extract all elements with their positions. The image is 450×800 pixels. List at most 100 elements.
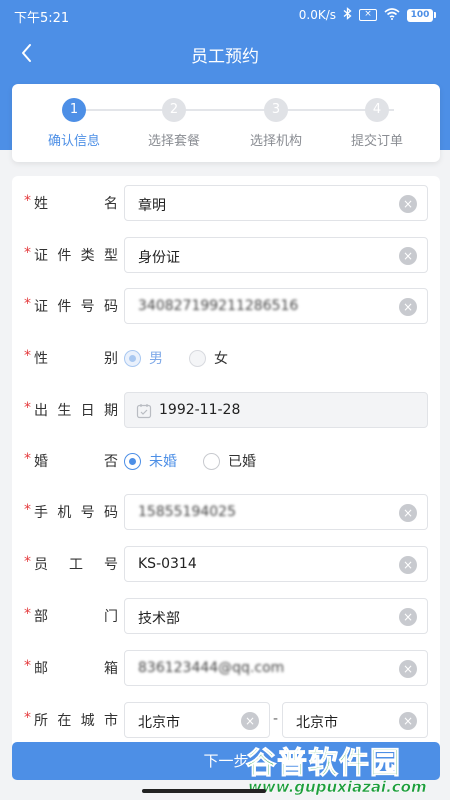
clear-icon[interactable]: × xyxy=(399,608,417,626)
field-label-text: 手机号码 xyxy=(34,505,118,521)
required-mark: * xyxy=(24,348,31,364)
field-label: * 证件类型 xyxy=(24,245,124,265)
birth-date-value: 1992-11-28 xyxy=(159,402,241,418)
watermark-url: www.gupuxiazai.com xyxy=(248,778,427,797)
page-title: 员工预约 xyxy=(191,47,259,67)
field-label: * 姓名 xyxy=(24,193,124,213)
id-number-value: 340827199211286516 xyxy=(138,298,299,314)
field-label: * 员工号 xyxy=(24,554,124,574)
sim-icon: × xyxy=(359,9,377,21)
required-mark: * xyxy=(24,658,31,674)
field-label-text: 婚否 xyxy=(34,454,118,470)
network-speed: 0.0K/s xyxy=(298,8,336,22)
clear-icon[interactable]: × xyxy=(399,504,417,522)
battery-icon: 100 xyxy=(407,8,433,22)
clear-icon[interactable]: × xyxy=(399,556,417,574)
marital-option-single[interactable]: 未婚 xyxy=(124,451,177,471)
marital-option-married[interactable]: 已婚 xyxy=(203,451,256,471)
city-value: 北京市 xyxy=(296,715,338,731)
stepper: 1 确认信息 2 选择套餐 3 选择机构 4 提交订单 xyxy=(12,84,440,162)
gender-option-female[interactable]: 女 xyxy=(189,348,228,368)
required-mark: * xyxy=(24,296,31,312)
form-row-id-number: * 证件号码 340827199211286516 × xyxy=(12,288,440,324)
id-type-value: 身份证 xyxy=(138,250,180,266)
radio-dot xyxy=(124,349,141,367)
home-indicator xyxy=(142,789,266,793)
field-label: * 出生日期 xyxy=(24,400,124,420)
field-label-text: 员工号 xyxy=(34,557,118,573)
required-mark: * xyxy=(24,245,31,261)
form-row-phone: * 手机号码 15855194025 × xyxy=(12,494,440,530)
id-type-select[interactable]: 身份证 × xyxy=(124,237,428,273)
radio-label: 已婚 xyxy=(228,454,256,470)
form-row-gender: * 性别 男 女 xyxy=(12,340,440,376)
watermark-title: 谷普软件园 xyxy=(246,746,401,782)
gender-radio-group: 男 女 xyxy=(124,340,254,376)
field-label: * 婚否 xyxy=(24,451,124,471)
clear-icon[interactable]: × xyxy=(399,298,417,316)
name-input[interactable]: 章明 × xyxy=(124,185,428,221)
step-3: 3 选择机构 xyxy=(231,98,321,149)
radio-label: 女 xyxy=(214,351,228,367)
form-row-name: * 姓名 章明 × xyxy=(12,185,440,221)
status-icons: 0.0K/s × 100 xyxy=(299,7,436,23)
field-label: * 所在城市 xyxy=(24,710,124,730)
field-label-text: 证件类型 xyxy=(34,248,118,264)
required-mark: * xyxy=(24,400,31,416)
step-label: 选择机构 xyxy=(249,134,302,149)
step-label: 确认信息 xyxy=(47,134,100,149)
field-label-text: 性别 xyxy=(34,351,118,367)
form-row-marital: * 婚否 未婚 已婚 xyxy=(12,443,440,479)
form-row-email: * 邮箱 836123444@qq.com × xyxy=(12,650,440,686)
clear-icon[interactable]: × xyxy=(399,247,417,265)
city-select[interactable]: 北京市 × xyxy=(282,702,428,738)
radio-label: 男 xyxy=(149,351,163,367)
field-label: * 部门 xyxy=(24,606,124,626)
id-number-input[interactable]: 340827199211286516 × xyxy=(124,288,428,324)
field-label: * 邮箱 xyxy=(24,658,124,678)
phone-input[interactable]: 15855194025 × xyxy=(124,494,428,530)
clear-icon[interactable]: × xyxy=(399,195,417,213)
province-value: 北京市 xyxy=(138,715,180,731)
gender-option-male[interactable]: 男 xyxy=(124,348,163,368)
step-label: 选择套餐 xyxy=(147,134,200,149)
employee-no-input[interactable]: KS-0314 × xyxy=(124,546,428,582)
required-mark: * xyxy=(24,710,31,726)
form-row-id-type: * 证件类型 身份证 × xyxy=(12,237,440,273)
field-label-text: 出生日期 xyxy=(34,403,118,419)
department-value: 技术部 xyxy=(138,611,180,627)
email-value: 836123444@qq.com xyxy=(138,660,285,676)
field-label: * 证件号码 xyxy=(24,296,124,316)
clear-icon[interactable]: × xyxy=(399,660,417,678)
step-number: 1 xyxy=(62,98,86,122)
form-row-birth-date: * 出生日期 1992-11-28 xyxy=(12,392,440,428)
form-row-employee-no: * 员工号 KS-0314 × xyxy=(12,546,440,582)
name-value: 章明 xyxy=(138,198,166,214)
employee-no-value: KS-0314 xyxy=(138,556,197,572)
wifi-icon xyxy=(384,7,400,23)
radio-dot xyxy=(189,349,206,367)
required-mark: * xyxy=(24,502,31,518)
info-form: * 姓名 章明 × * 证件类型 身份证 × * 证件号码 3408271992… xyxy=(12,176,440,756)
email-input[interactable]: 836123444@qq.com × xyxy=(124,650,428,686)
field-label-text: 证件号码 xyxy=(34,299,118,315)
province-select[interactable]: 北京市 × xyxy=(124,702,270,738)
required-mark: * xyxy=(24,554,31,570)
clear-icon[interactable]: × xyxy=(399,712,417,730)
step-4: 4 提交订单 xyxy=(332,98,422,149)
birth-date-field[interactable]: 1992-11-28 xyxy=(124,392,428,428)
field-label-text: 部门 xyxy=(34,609,118,625)
required-mark: * xyxy=(24,193,31,209)
city-separator: - xyxy=(273,711,279,727)
step-label: 提交订单 xyxy=(350,134,403,149)
radio-dot xyxy=(124,452,141,470)
form-row-department: * 部门 技术部 × xyxy=(12,598,440,634)
required-mark: * xyxy=(24,451,31,467)
department-input[interactable]: 技术部 × xyxy=(124,598,428,634)
battery-tip xyxy=(434,12,436,18)
status-bar: 下午5:21 0.0K/s × 100 xyxy=(0,0,450,30)
form-row-city: * 所在城市 北京市 × - 北京市 × xyxy=(12,702,440,738)
required-mark: * xyxy=(24,606,31,622)
clear-icon[interactable]: × xyxy=(241,712,259,730)
calendar-icon xyxy=(136,404,152,419)
